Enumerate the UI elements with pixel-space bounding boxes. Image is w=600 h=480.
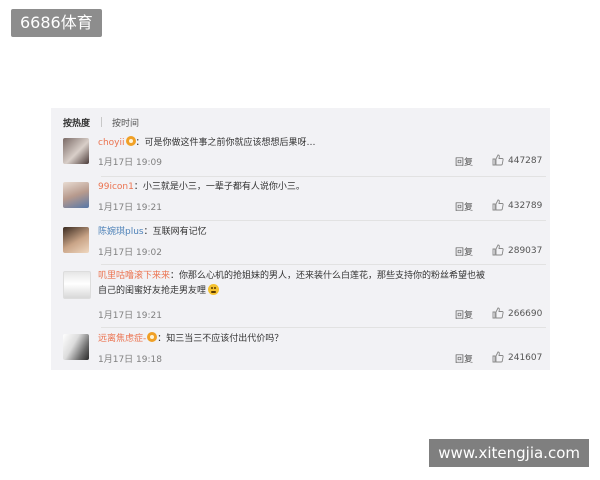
comment-item: 远离焦虑症- ：知三当三不应该付出代价吗？ 1月17日 19:18 回复 2416… <box>51 328 550 370</box>
reply-button[interactable]: 回复 <box>455 245 473 258</box>
comment-time: 1月17日 19:18 <box>98 355 162 365</box>
comment-time: 1月17日 19:21 <box>98 203 162 213</box>
username[interactable]: 99icon1 <box>98 182 134 192</box>
avatar[interactable] <box>63 182 89 208</box>
like-button[interactable]: 432789 <box>492 199 542 211</box>
like-button[interactable]: 241607 <box>492 351 542 363</box>
like-count: 241607 <box>508 353 543 363</box>
reply-button[interactable]: 回复 <box>455 352 473 365</box>
thumbs-up-icon <box>492 244 504 256</box>
like-count: 447287 <box>508 156 543 166</box>
comment-text: ：互联网有记忆 <box>143 227 207 237</box>
thumbs-up-icon <box>492 199 504 211</box>
tab-hot[interactable]: 按热度 <box>63 116 90 129</box>
sort-tabs: 按热度 按时间 <box>51 108 550 134</box>
comment-item: 陈婉琪plus：互联网有记忆 1月17日 19:02 回复 289037 <box>51 221 550 265</box>
like-count: 289037 <box>508 246 543 256</box>
username[interactable]: 陈婉琪plus <box>98 227 144 237</box>
like-button[interactable]: 447287 <box>492 154 542 166</box>
like-button[interactable]: 266690 <box>492 307 542 319</box>
vip-badge-icon <box>125 136 136 146</box>
watermark-bottom: www.xitengjia.com <box>429 439 589 467</box>
comment-item: 叽里咕噜滚下来来：你那么心机的抢姐妹的男人，还来装什么白莲花，那些支持你的粉丝希… <box>51 265 550 328</box>
thumbs-up-icon <box>492 154 504 166</box>
comment-text: ：知三当三不应该付出代价吗？ <box>157 334 284 344</box>
comment-text: ：你那么心机的抢姐妹的男人，还来装什么白莲花，那些支持你的粉丝希望也被 <box>170 271 486 281</box>
username[interactable]: 远离焦虑症- <box>98 334 146 344</box>
comment-body: choyii ：可是你做这件事之前你就应该想想后果呀… <box>98 136 542 151</box>
comment-body: 99icon1：小三就是小三，一辈子都有人说你小三。 <box>98 180 542 195</box>
username[interactable]: 叽里咕噜滚下来来 <box>98 271 170 281</box>
comment-time: 1月17日 19:21 <box>98 311 162 321</box>
tab-time[interactable]: 按时间 <box>112 116 139 129</box>
comment-body: 远离焦虑症- ：知三当三不应该付出代价吗？ <box>98 332 542 347</box>
comment-panel: 按热度 按时间 choyii ：可是你做这件事之前你就应该想想后果呀… 1月17日… <box>51 108 550 370</box>
comment-time: 1月17日 19:09 <box>98 158 162 168</box>
emoji-icon <box>208 284 220 295</box>
comment-time: 1月17日 19:02 <box>98 248 162 258</box>
reply-button[interactable]: 回复 <box>455 155 473 168</box>
comment-item: 99icon1：小三就是小三，一辈子都有人说你小三。 1月17日 19:21 回… <box>51 177 550 221</box>
avatar[interactable] <box>63 334 89 360</box>
thumbs-up-icon <box>492 307 504 319</box>
like-count: 266690 <box>508 309 543 319</box>
comment-body: 陈婉琪plus：互联网有记忆 <box>98 225 542 240</box>
reply-button[interactable]: 回复 <box>455 308 473 321</box>
avatar[interactable] <box>63 227 89 253</box>
username[interactable]: choyii <box>98 138 125 148</box>
comment-item: choyii ：可是你做这件事之前你就应该想想后果呀… 1月17日 19:09 回… <box>51 134 550 177</box>
comment-text-continued: 自己的闺蜜好友抢走男友哩 <box>98 286 207 296</box>
like-count: 432789 <box>508 201 543 211</box>
like-button[interactable]: 289037 <box>492 244 542 256</box>
avatar[interactable] <box>63 138 89 164</box>
avatar[interactable] <box>63 271 91 299</box>
comment-text: ：小三就是小三，一辈子都有人说你小三。 <box>133 182 305 192</box>
comment-body: 叽里咕噜滚下来来：你那么心机的抢姐妹的男人，还来装什么白莲花，那些支持你的粉丝希… <box>98 269 542 299</box>
thumbs-up-icon <box>492 351 504 363</box>
watermark-top: 6686体育 <box>11 9 102 37</box>
tab-divider <box>101 117 102 127</box>
reply-button[interactable]: 回复 <box>455 200 473 213</box>
vip-badge-icon <box>147 332 158 342</box>
comment-text: ：可是你做这件事之前你就应该想想后果呀… <box>135 138 316 148</box>
